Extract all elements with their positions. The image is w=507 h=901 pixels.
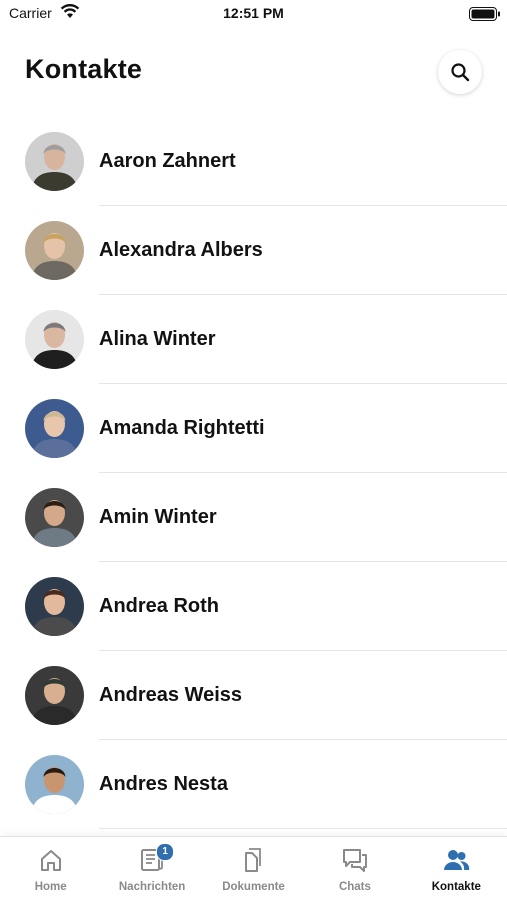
tab-kontakte[interactable]: Kontakte [406,837,507,901]
avatar [25,755,84,814]
contact-row[interactable]: Amin Winter [0,473,507,562]
contact-name: Alina Winter [99,328,216,350]
avatar [25,577,84,636]
contact-name: Alexandra Albers [99,239,263,261]
avatar [25,399,84,458]
avatar [25,221,84,280]
search-icon [451,63,470,82]
notification-badge: 1 [156,843,175,861]
contact-row[interactable]: Andrea Roth [0,562,507,651]
page-title: Kontakte [25,54,143,84]
chat-icon [342,849,367,872]
avatar [25,488,84,547]
contact-name: Andrea Roth [99,595,219,617]
contact-list: Aaron Zahnert Alexandra Albers Alina Winte… [0,117,507,829]
contact-row[interactable]: Andres Nesta [0,740,507,829]
document-icon [244,848,261,872]
contact-row[interactable]: Amanda Rightetti [0,384,507,473]
contact-row[interactable]: Alexandra Albers [0,206,507,295]
contact-name: Aaron Zahnert [99,150,236,172]
avatar [25,666,84,725]
home-icon [40,850,61,871]
contact-name: Andreas Weiss [99,684,243,706]
contact-name: Amanda Rightetti [99,417,265,439]
tab-chats[interactable]: Chats [304,837,405,901]
tab-label: Nachrichten [118,881,186,893]
tab-dokumente[interactable]: Dokumente [203,837,304,901]
tab-label: Dokumente [222,881,285,893]
row-divider [99,828,507,829]
tab-home[interactable]: Home [0,837,101,901]
contact-row[interactable]: Andreas Weiss [0,651,507,740]
contact-row[interactable]: Aaron Zahnert [0,117,507,206]
avatar [25,310,84,369]
tab-nachrichten[interactable]: 1 Nachrichten [101,837,202,901]
search-button[interactable] [438,50,482,94]
contacts-icon [444,850,470,870]
status-time: 12:51 PM [223,5,284,21]
contact-row[interactable]: Alina Winter [0,295,507,384]
tab-label: Kontakte [431,881,481,893]
battery-icon [469,7,500,21]
tab-label: Chats [338,881,371,893]
contact-name: Andres Nesta [99,773,228,795]
tab-label: Home [34,881,67,893]
status-bar: Carrier 12:51 PM [0,0,507,28]
contact-name: Amin Winter [99,506,217,528]
avatar [25,132,84,191]
tab-bar: Home 1 Nachrichten Dokumente Chats Konta… [0,836,507,901]
